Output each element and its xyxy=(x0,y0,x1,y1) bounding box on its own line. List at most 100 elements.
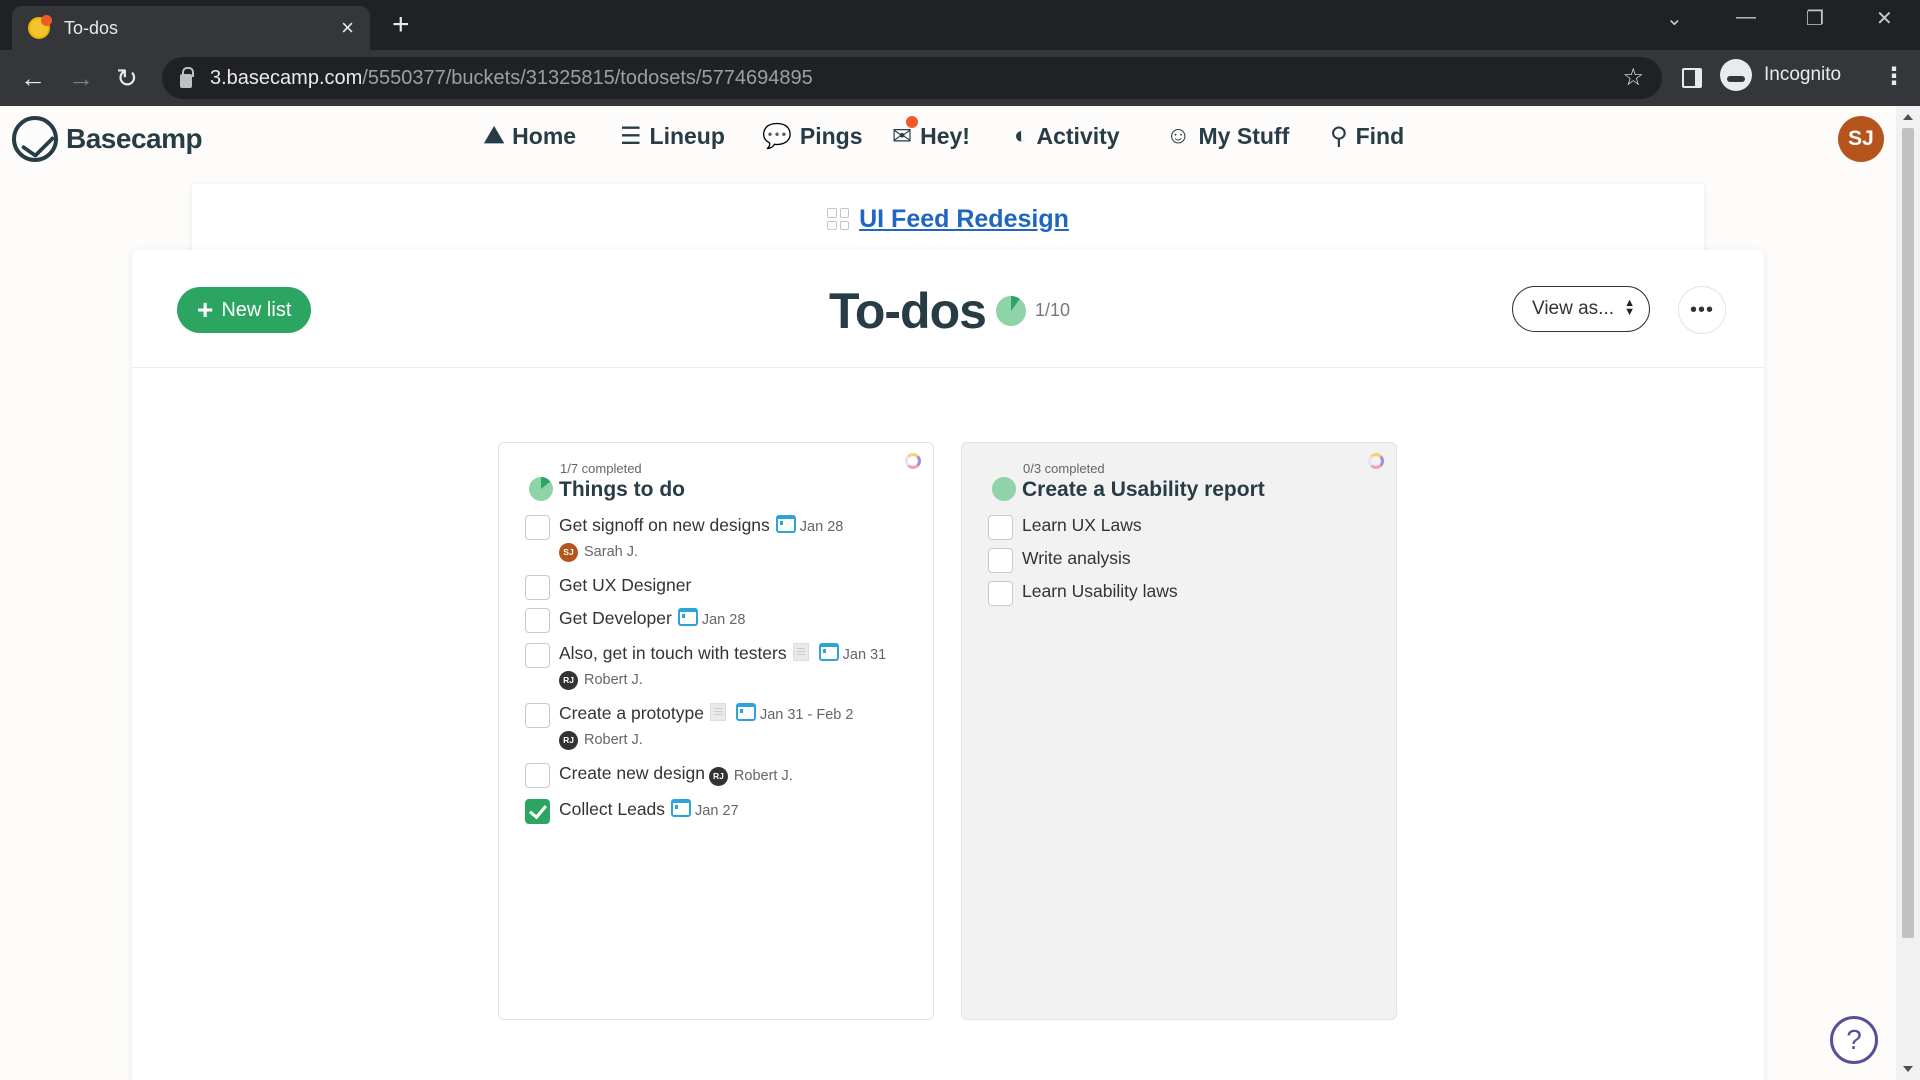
page-scrollbar[interactable] xyxy=(1896,106,1920,1080)
browser-menu-icon[interactable]: ⋮ xyxy=(1882,62,1906,91)
view-as-select[interactable]: View as... ▲ ▼ xyxy=(1512,286,1650,332)
todo-checkbox[interactable] xyxy=(988,515,1013,540)
assignee[interactable]: RJ Robert J. xyxy=(559,668,923,693)
todo-text[interactable]: Learn UX Laws xyxy=(1022,515,1142,535)
incognito-label: Incognito xyxy=(1764,64,1842,85)
nav-lineup[interactable]: ☰ Lineup xyxy=(620,122,725,151)
todo-checkbox[interactable] xyxy=(525,575,550,600)
plus-icon: + xyxy=(197,294,214,325)
new-tab-button[interactable]: + xyxy=(392,8,410,42)
project-header: UI Feed Redesign xyxy=(192,184,1704,254)
updown-arrows-icon: ▲ ▼ xyxy=(1624,297,1635,318)
todo-text[interactable]: Create new design xyxy=(559,763,705,783)
loading-spinner-icon xyxy=(1368,453,1384,469)
app-navigation: Basecamp ⛰ Home ☰ Lineup 💬 Pings ✉ Hey! … xyxy=(0,106,1900,170)
minimize-icon[interactable]: — xyxy=(1736,6,1756,29)
todo-text[interactable]: Get Developer xyxy=(559,608,672,628)
todo-text[interactable]: Collect Leads xyxy=(559,799,665,819)
scroll-up-icon[interactable] xyxy=(1903,114,1913,120)
user-avatar[interactable]: SJ xyxy=(1838,116,1884,162)
view-as-label: View as... xyxy=(1532,298,1615,319)
nav-my-stuff-label: My Stuff xyxy=(1198,122,1290,149)
list-title[interactable]: Things to do xyxy=(559,478,685,502)
todo-checkbox[interactable] xyxy=(525,643,550,668)
notes-icon xyxy=(792,643,809,661)
todo-item: Collect Leads Jan 27 xyxy=(525,797,923,824)
assignee-avatar: SJ xyxy=(559,543,578,562)
bookmark-star-icon[interactable]: ☆ xyxy=(1622,63,1644,92)
back-icon[interactable]: ← xyxy=(20,63,46,94)
restore-icon[interactable]: ❐ xyxy=(1806,6,1824,31)
scroll-down-icon[interactable] xyxy=(1903,1066,1913,1072)
assignee-avatar: RJ xyxy=(559,671,578,690)
list-title[interactable]: Create a Usability report xyxy=(1022,478,1265,502)
side-panel-icon[interactable] xyxy=(1682,68,1702,88)
due-date: Jan 28 xyxy=(701,612,746,628)
todo-item: Learn Usability laws xyxy=(988,579,1386,606)
todo-checkbox[interactable] xyxy=(525,608,550,633)
project-link[interactable]: UI Feed Redesign xyxy=(859,205,1069,234)
calendar-icon xyxy=(735,703,756,721)
due-date: Jan 31 xyxy=(842,647,887,663)
todo-item: Write analysis xyxy=(988,546,1386,573)
brand-name: Basecamp xyxy=(66,123,203,154)
tab-search-icon[interactable]: ⌄ xyxy=(1666,6,1683,31)
new-list-button[interactable]: + New list xyxy=(177,287,312,333)
url-path: /5550377/buckets/31325815/todosets/57746… xyxy=(362,66,813,89)
todo-checkbox[interactable] xyxy=(988,548,1013,573)
browser-tab[interactable]: To-dos × xyxy=(12,6,370,50)
forward-icon[interactable]: → xyxy=(68,63,94,94)
todo-list: 0/3 completed Create a Usability report … xyxy=(961,442,1397,1020)
lineup-icon: ☰ xyxy=(620,123,642,150)
todo-checkbox[interactable] xyxy=(525,799,550,824)
todo-checkbox[interactable] xyxy=(525,703,550,728)
reload-icon[interactable]: ↻ xyxy=(116,63,138,94)
window-close-icon[interactable]: ✕ xyxy=(1876,6,1893,31)
assignee[interactable]: SJ Sarah J. xyxy=(559,540,923,565)
my-stuff-icon: ☺ xyxy=(1166,122,1191,149)
todo-item: Get signoff on new designs Jan 28 SJ Sarah … xyxy=(525,513,923,565)
todo-text[interactable]: Create a prototype xyxy=(559,703,704,723)
nav-activity[interactable]: ◐ Activity xyxy=(1014,122,1120,150)
nav-find[interactable]: ⚲ Find xyxy=(1330,122,1404,151)
scrollbar-thumb[interactable] xyxy=(1902,128,1914,938)
todo-text[interactable]: Write analysis xyxy=(1022,548,1131,568)
due-date: Jan 31 - Feb 2 xyxy=(759,707,854,723)
home-icon: ⛰ xyxy=(484,122,505,149)
assignee[interactable]: RJ Robert J. xyxy=(559,728,923,753)
todo-text[interactable]: Learn Usability laws xyxy=(1022,581,1178,601)
todo-checkbox[interactable] xyxy=(525,763,550,788)
nav-my-stuff[interactable]: ☺ My Stuff xyxy=(1166,122,1289,150)
todo-checkbox[interactable] xyxy=(988,581,1013,606)
due-date: Jan 27 xyxy=(695,803,739,819)
todos-header: + New list To-dos 1/10 View as... ▲ ▼ ••• xyxy=(132,250,1764,368)
todo-items: Get signoff on new designs Jan 28 SJ Sarah … xyxy=(525,513,923,832)
assignee[interactable]: RJ Robert J. xyxy=(708,764,793,789)
basecamp-logo[interactable]: Basecamp xyxy=(12,116,203,162)
address-bar[interactable]: 3.basecamp.com /5550377/buckets/31325815… xyxy=(162,57,1662,99)
basecamp-logo-icon xyxy=(12,116,58,162)
todo-text[interactable]: Get signoff on new designs xyxy=(559,515,770,535)
assignee-avatar: RJ xyxy=(708,767,728,786)
todo-text[interactable]: Also, get in touch with testers xyxy=(559,643,787,663)
incognito-icon xyxy=(1720,59,1752,91)
help-button[interactable]: ? xyxy=(1830,1016,1878,1064)
todo-checkbox[interactable] xyxy=(525,515,550,540)
url-host: 3.basecamp.com xyxy=(210,66,363,89)
incognito-indicator[interactable]: Incognito xyxy=(1720,59,1841,91)
progress-pie-icon xyxy=(996,296,1026,326)
calendar-icon xyxy=(775,515,796,533)
nav-pings-label: Pings xyxy=(799,123,863,149)
todo-item: Get UX Designer xyxy=(525,573,923,600)
todo-item: Create a prototype Jan 31 - Feb 2 RJ Robert… xyxy=(525,701,923,753)
assignee-avatar: RJ xyxy=(559,731,578,750)
close-tab-icon[interactable]: × xyxy=(341,15,354,41)
nav-hey[interactable]: ✉ Hey! xyxy=(892,116,970,151)
nav-hey-label: Hey! xyxy=(920,123,970,149)
loading-spinner-icon xyxy=(905,453,921,469)
nav-pings[interactable]: 💬 Pings xyxy=(762,122,863,151)
lock-icon[interactable] xyxy=(180,67,194,88)
nav-home[interactable]: ⛰ Home xyxy=(484,122,576,150)
todo-text[interactable]: Get UX Designer xyxy=(559,575,691,595)
more-options-button[interactable]: ••• xyxy=(1678,286,1726,334)
